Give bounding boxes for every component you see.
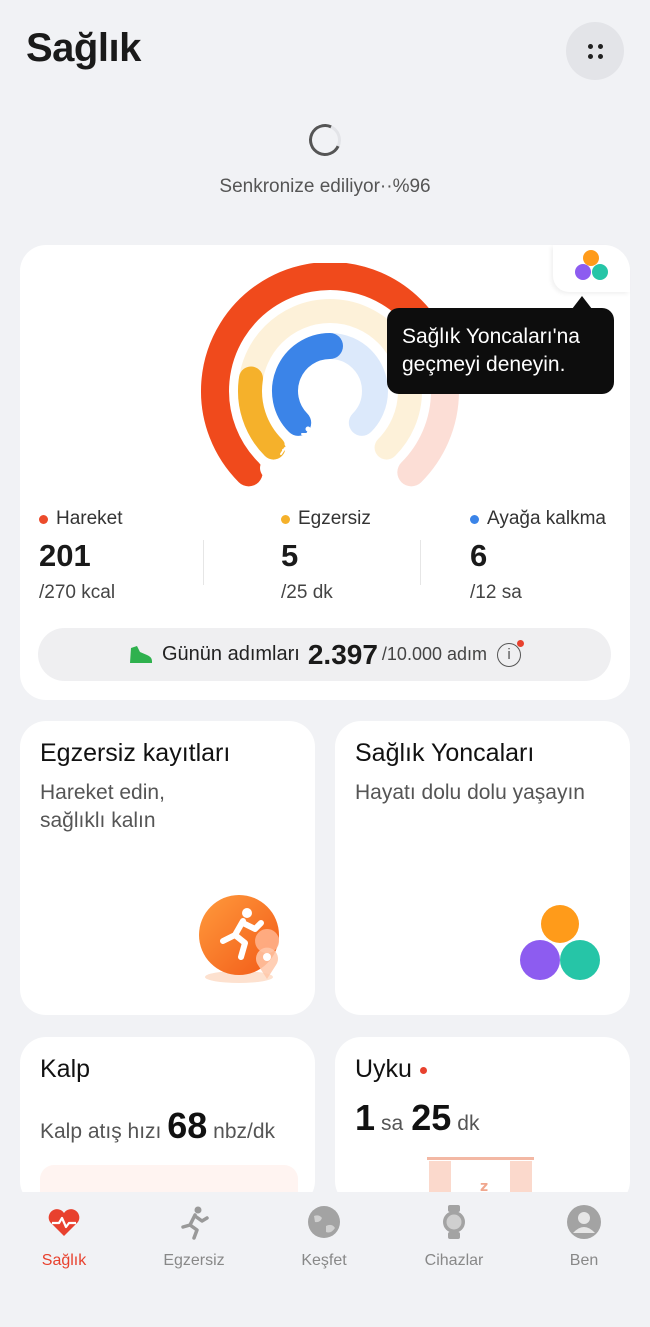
sleep-title: Uyku [355,1055,412,1083]
info-glyph: i [507,645,511,663]
heart-rate-unit: nbz/dk [213,1120,276,1143]
sleep-minutes: 25 [411,1097,452,1138]
heart-title: Kalp [40,1055,91,1083]
nav-devices-label: Cihazlar [424,1252,484,1269]
workout-subtitle-line2: sağlıklı kalın [40,809,156,832]
move-dot [39,514,48,524]
flame-icon [260,460,271,476]
dot [588,44,593,49]
steps-label: Günün adımları [161,643,300,665]
bottom-navigation: Sağlık Egzersiz Keşfet Cihazlar Ben [0,1192,650,1327]
nav-devices[interactable]: Cihazlar [399,1204,509,1270]
dot [598,54,603,59]
stand-dot [470,514,479,524]
daily-steps-bar[interactable]: Günün adımları 2.397 /10.000 adım i [38,628,611,681]
dot [588,54,593,59]
user-icon [567,1205,601,1239]
move-value: 201 [39,538,91,573]
nav-discover[interactable]: Keşfet [269,1204,379,1270]
exercise-stat[interactable]: Egzersiz 5 /25 dk [281,508,371,604]
workout-subtitle-line1: Hareket edin, [40,781,165,804]
ring-progress-2 [238,366,286,460]
exercise-goal: /25 dk [281,582,333,603]
stand-label: Ayağa kalkma [487,508,606,529]
exercise-dot [281,514,290,524]
workout-records-tile[interactable]: Egzersiz kayıtları Hareket edin, sağlıkl… [20,721,315,1015]
stand-stat[interactable]: Ayağa kalkma 6 /12 sa [470,508,606,604]
stand-value: 6 [470,538,488,573]
clovers-subtitle: Hayatı dolu dolu yaşayın [355,781,585,804]
more-menu-button[interactable] [566,22,624,80]
move-goal: /270 kcal [39,582,116,603]
heart-tile[interactable]: Kalp Kalp atış hızı 68 nbz/dk [20,1037,315,1207]
sleep-hours-unit: sa [381,1112,404,1135]
app-header: Sağlık [0,0,650,100]
heart-rate-line: Kalp atış hızı 68 nbz/dk [40,1105,275,1147]
divider [420,540,421,585]
sleep-hours: 1 [355,1097,376,1138]
nav-exercise[interactable]: Egzersiz [139,1204,249,1270]
notification-dot [517,639,524,647]
heart-rate-label: Kalp atış hızı [40,1120,162,1143]
heart-rate-value: 68 [167,1105,208,1146]
sync-status: Senkronize ediliyor··%96 [0,118,650,198]
heart-pulse-icon [48,1209,80,1236]
steps-goal: /10.000 adım [381,644,487,664]
workout-subtitle: Hareket edin, sağlıklı kalın [40,779,165,835]
exercise-value: 5 [281,538,299,573]
clover-tooltip[interactable]: Sağlık Yoncaları'na geçmeyi deneyin. [387,308,614,394]
sleep-minutes-unit: dk [457,1112,480,1135]
nav-health[interactable]: Sağlık [9,1204,119,1270]
clover-large-icon [520,905,600,980]
sync-text: Senkronize ediliyor··%96 [219,176,431,197]
nav-me-label: Ben [569,1252,599,1269]
divider [203,540,204,585]
sleep-duration: 1 sa 25 dk [355,1097,487,1139]
notification-dot [419,1066,427,1074]
nav-health-label: Sağlık [41,1252,87,1269]
steps-value: 2.397 [307,638,378,670]
dot [598,44,603,49]
shoe-icon [129,645,152,663]
ring-progress-3 [272,333,343,436]
stand-goal: /12 sa [470,582,522,603]
nav-me[interactable]: Ben [529,1204,639,1270]
watch-icon [443,1205,465,1239]
sleep-title-row: Uyku [355,1055,427,1084]
sync-spinner-icon [304,119,346,161]
workout-title: Egzersiz kayıtları [40,739,231,767]
globe-icon [308,1206,340,1238]
health-clovers-tile[interactable]: Sağlık Yoncaları Hayatı dolu dolu yaşayı… [335,721,630,1015]
clovers-title: Sağlık Yoncaları [355,739,535,767]
nav-discover-label: Keşfet [301,1252,347,1269]
exercise-label: Egzersiz [298,508,371,529]
move-label: Hareket [56,508,123,529]
nav-exercise-label: Egzersiz [163,1252,225,1269]
info-icon[interactable]: i [497,639,524,667]
running-workout-icon [199,895,280,983]
clover-toggle-button[interactable] [553,245,630,292]
clover-icon [575,250,608,280]
page-title: Sağlık [26,26,141,70]
move-stat[interactable]: Hareket 201 /270 kcal [39,508,123,604]
runner-icon [181,1206,209,1240]
sleep-tile[interactable]: Uyku 1 sa 25 dk z [335,1037,630,1207]
